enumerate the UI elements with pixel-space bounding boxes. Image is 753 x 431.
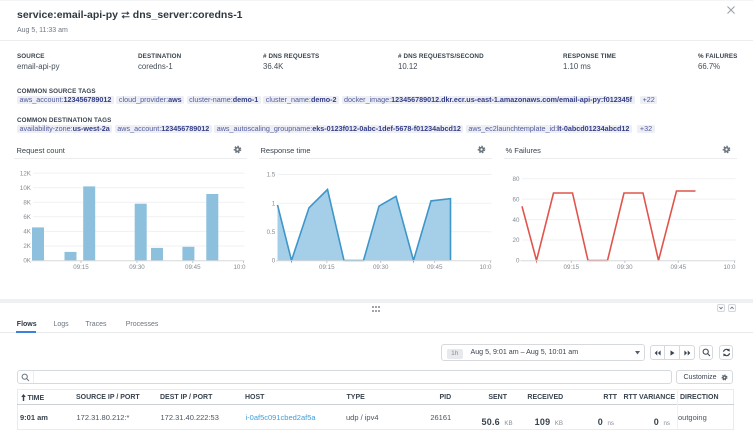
svg-text:09:30: 09:30 <box>373 264 389 271</box>
svg-text:10:0: 10:0 <box>479 264 492 271</box>
svg-text:09:15: 09:15 <box>73 264 89 271</box>
svg-text:10:0: 10:0 <box>723 264 736 271</box>
svg-text:09:45: 09:45 <box>185 264 201 271</box>
svg-text:09:30: 09:30 <box>129 264 145 271</box>
svg-text:80: 80 <box>513 176 520 183</box>
svg-text:09:15: 09:15 <box>319 264 335 271</box>
svg-text:12K: 12K <box>20 170 32 177</box>
svg-text:10K: 10K <box>20 185 32 192</box>
svg-text:0: 0 <box>516 257 520 264</box>
svg-text:09:45: 09:45 <box>427 264 443 271</box>
svg-text:40: 40 <box>513 217 520 224</box>
svg-text:8K: 8K <box>23 200 31 207</box>
svg-text:0.5: 0.5 <box>267 229 276 236</box>
svg-text:09:15: 09:15 <box>564 264 580 271</box>
svg-text:10:0: 10:0 <box>233 264 246 271</box>
svg-text:09:30: 09:30 <box>617 264 633 271</box>
svg-text:0: 0 <box>272 257 276 264</box>
svg-text:0K: 0K <box>23 257 31 264</box>
svg-text:2K: 2K <box>23 243 31 250</box>
svg-text:4K: 4K <box>23 229 31 236</box>
svg-text:6K: 6K <box>23 214 31 221</box>
svg-text:60: 60 <box>513 196 520 203</box>
svg-text:09:45: 09:45 <box>671 264 687 271</box>
svg-text:1.5: 1.5 <box>267 172 276 179</box>
svg-text:1: 1 <box>272 200 276 207</box>
svg-text:20: 20 <box>513 237 520 244</box>
